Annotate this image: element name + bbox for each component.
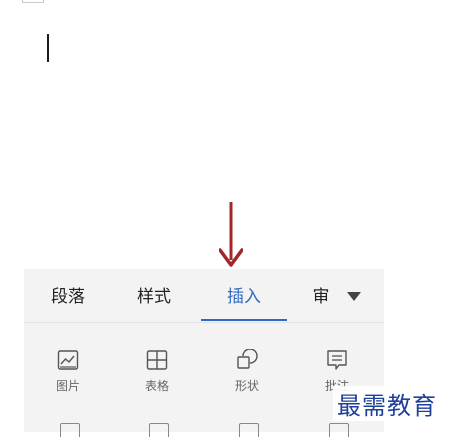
shape-icon <box>237 349 258 369</box>
more-tabs-caret-icon[interactable] <box>347 292 361 301</box>
second-row-tool-icon[interactable] <box>149 423 169 437</box>
image-icon <box>57 350 79 370</box>
insert-picture-button[interactable]: 图片 <box>38 349 98 394</box>
tool-label-shape: 形状 <box>234 379 259 393</box>
second-row-tool-icon[interactable] <box>329 423 349 437</box>
second-row-tool-icon[interactable] <box>60 423 80 437</box>
insert-table-button[interactable]: 表格 <box>127 349 187 394</box>
watermark-text: 最需教育 <box>333 386 441 421</box>
tool-label-picture: 图片 <box>55 379 80 393</box>
red-down-arrow-icon <box>219 202 243 267</box>
tab-insert[interactable]: 插入 <box>214 269 274 322</box>
ribbon-tabs: 段落 样式 插入 审 <box>24 269 384 323</box>
table-icon <box>146 350 168 370</box>
tool-label-table: 表格 <box>144 379 169 393</box>
tab-paragraph[interactable]: 段落 <box>38 269 98 322</box>
page-corner-mark <box>22 0 44 3</box>
tab-style[interactable]: 样式 <box>124 269 184 322</box>
comment-icon <box>327 350 347 370</box>
text-cursor <box>47 34 49 62</box>
second-row-tool-icon[interactable] <box>239 423 259 437</box>
active-tab-indicator <box>201 319 287 321</box>
insert-shape-button[interactable]: 形状 <box>217 349 277 394</box>
ribbon-panel: 段落 样式 插入 审 图片 表格 形状 <box>24 269 384 437</box>
tab-review[interactable]: 审 <box>304 269 338 322</box>
